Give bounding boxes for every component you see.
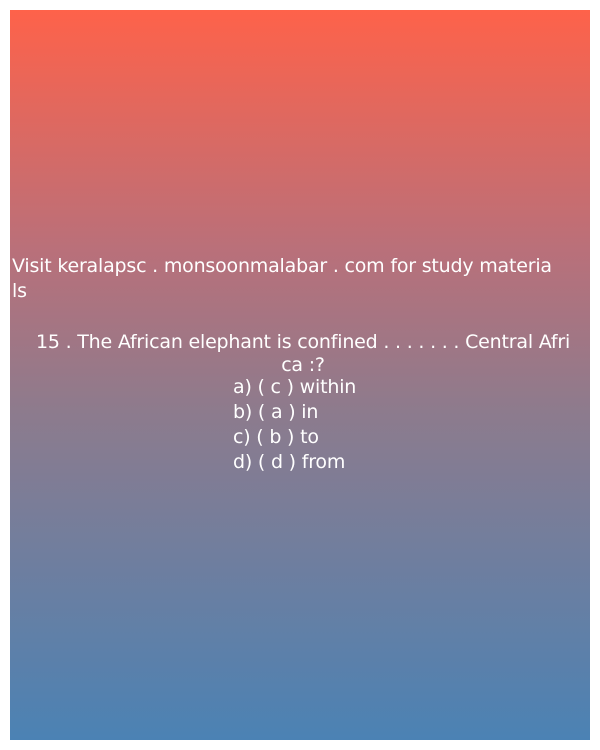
notice-line-1: Visit keralapsc . monsoonmalabar . com f… bbox=[12, 255, 552, 277]
question-line-2: ca :? bbox=[281, 354, 325, 376]
question-text: 15 . The African elephant is confined . … bbox=[18, 330, 588, 375]
notice-line-2: ls bbox=[12, 280, 27, 302]
option-c: c) ( b ) to bbox=[233, 426, 319, 448]
option-d: d) ( d ) from bbox=[233, 451, 346, 473]
question-card: Visit keralapsc . monsoonmalabar . com f… bbox=[10, 10, 590, 740]
study-materials-notice: Visit keralapsc . monsoonmalabar . com f… bbox=[12, 254, 590, 304]
option-b: b) ( a ) in bbox=[233, 401, 319, 423]
option-a: a) ( c ) within bbox=[233, 376, 357, 398]
question-line-1: 15 . The African elephant is confined . … bbox=[35, 331, 571, 353]
answer-options: a) ( c ) within b) ( a ) in c) ( b ) to … bbox=[233, 375, 533, 475]
